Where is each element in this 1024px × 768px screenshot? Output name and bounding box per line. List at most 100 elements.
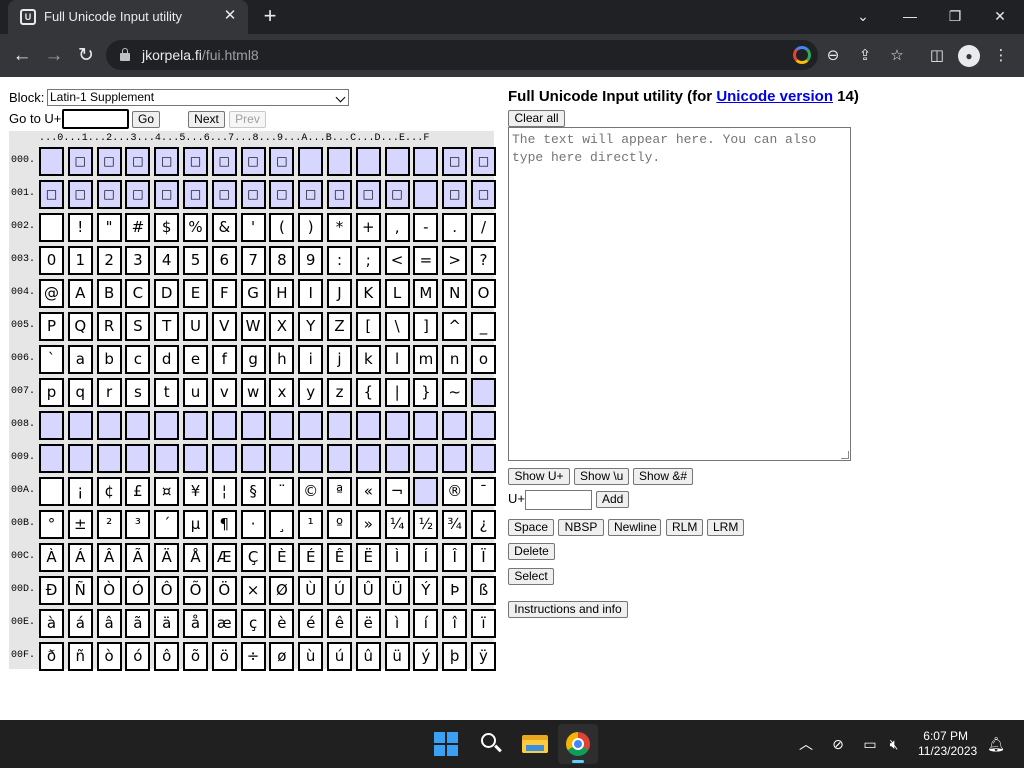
char-cell[interactable]: ý	[413, 642, 439, 671]
char-cell[interactable]: □	[442, 180, 468, 209]
add-button[interactable]: Add	[596, 491, 629, 508]
char-cell[interactable]	[154, 444, 180, 473]
char-cell[interactable]	[413, 147, 439, 176]
char-cell[interactable]: ÷	[240, 642, 266, 671]
char-cell[interactable]: &	[211, 213, 237, 242]
char-cell[interactable]: G	[240, 279, 266, 308]
char-cell[interactable]	[96, 411, 122, 440]
char-cell[interactable]: Â	[96, 543, 122, 572]
char-cell[interactable]: =	[413, 246, 439, 275]
char-cell[interactable]: ¹	[298, 510, 324, 539]
char-cell[interactable]: Û	[355, 576, 381, 605]
char-cell[interactable]: Z	[327, 312, 352, 341]
char-cell[interactable]: [	[355, 312, 381, 341]
char-cell[interactable]: Ã	[125, 543, 151, 572]
char-cell[interactable]	[327, 444, 352, 473]
char-cell[interactable]: µ	[183, 510, 208, 539]
char-cell[interactable]: □	[67, 147, 93, 176]
char-cell[interactable]: ½	[413, 510, 439, 539]
char-cell[interactable]: ´	[154, 510, 180, 539]
char-cell[interactable]: ¬	[384, 477, 410, 506]
char-cell[interactable]: È	[269, 543, 295, 572]
char-cell[interactable]: □	[384, 180, 410, 209]
char-cell[interactable]: õ	[183, 642, 208, 671]
char-cell[interactable]: ô	[154, 642, 180, 671]
char-cell[interactable]: □	[96, 147, 122, 176]
char-cell[interactable]: □	[183, 147, 208, 176]
char-cell[interactable]	[154, 411, 180, 440]
char-cell[interactable]	[39, 147, 64, 176]
profile-icon[interactable]: ●	[958, 45, 980, 67]
char-cell[interactable]: □	[125, 147, 151, 176]
char-cell[interactable]: ç	[240, 609, 266, 638]
char-cell[interactable]: {	[355, 378, 381, 407]
volume-muted-icon[interactable]: 🔇︎	[884, 734, 904, 754]
char-cell[interactable]: b	[96, 345, 122, 374]
char-cell[interactable]: Í	[413, 543, 439, 572]
file-explorer-icon[interactable]	[522, 733, 548, 753]
char-cell[interactable]: □	[39, 180, 64, 209]
char-cell[interactable]: Ö	[211, 576, 237, 605]
char-cell[interactable]: #	[125, 213, 151, 242]
char-cell[interactable]: ø	[269, 642, 295, 671]
back-arrow-icon[interactable]: ←	[8, 42, 36, 70]
resize-grip-icon[interactable]	[841, 451, 849, 459]
char-cell[interactable]: à	[39, 609, 64, 638]
char-cell[interactable]: -	[413, 213, 439, 242]
show-uplus-button[interactable]: Show U+	[508, 468, 570, 485]
bookmark-star-icon[interactable]: ☆	[886, 45, 908, 67]
char-cell[interactable]: □	[355, 180, 381, 209]
go-button[interactable]: Go	[132, 111, 160, 128]
char-cell[interactable]: 4	[154, 246, 180, 275]
char-cell[interactable]: Ê	[327, 543, 352, 572]
char-cell[interactable]: i	[298, 345, 324, 374]
char-cell[interactable]	[413, 477, 439, 506]
char-cell[interactable]: t	[154, 378, 180, 407]
network-disconnected-icon[interactable]: ⊘	[828, 734, 848, 754]
char-cell[interactable]: I	[298, 279, 324, 308]
char-cell[interactable]: «	[355, 477, 381, 506]
char-cell[interactable]: Ó	[125, 576, 151, 605]
char-cell[interactable]: è	[269, 609, 295, 638]
char-cell[interactable]: □	[269, 180, 295, 209]
char-cell[interactable]: ê	[327, 609, 352, 638]
char-cell[interactable]: ¢	[96, 477, 122, 506]
taskbar-clock[interactable]: 6:07 PM 11/23/2023	[918, 729, 977, 759]
char-cell[interactable]: %	[183, 213, 208, 242]
char-cell[interactable]: ~	[442, 378, 468, 407]
char-cell[interactable]: :	[327, 246, 352, 275]
char-cell[interactable]	[384, 147, 410, 176]
newline-button[interactable]: Newline	[608, 519, 661, 536]
char-cell[interactable]: Ú	[327, 576, 352, 605]
char-cell[interactable]: ¯	[471, 477, 496, 506]
char-cell[interactable]: Æ	[211, 543, 237, 572]
char-cell[interactable]: □	[298, 180, 324, 209]
char-cell[interactable]: ¤	[154, 477, 180, 506]
char-cell[interactable]: á	[67, 609, 93, 638]
char-cell[interactable]: º	[327, 510, 352, 539]
char-cell[interactable]: ¡	[67, 477, 93, 506]
char-cell[interactable]: ¿	[471, 510, 496, 539]
char-cell[interactable]: B	[96, 279, 122, 308]
char-cell[interactable]	[442, 444, 468, 473]
char-cell[interactable]: ©	[298, 477, 324, 506]
char-cell[interactable]	[413, 180, 439, 209]
instructions-button[interactable]: Instructions and info	[508, 601, 628, 618]
char-cell[interactable]: ö	[211, 642, 237, 671]
zoom-icon[interactable]: ⊖	[822, 45, 844, 67]
char-cell[interactable]: U	[183, 312, 208, 341]
char-cell[interactable]: ¥	[183, 477, 208, 506]
char-cell[interactable]: K	[355, 279, 381, 308]
char-cell[interactable]: d	[154, 345, 180, 374]
char-cell[interactable]: 0	[39, 246, 64, 275]
close-window-icon[interactable]: ✕	[986, 5, 1014, 27]
char-cell[interactable]: L	[384, 279, 410, 308]
char-cell[interactable]: E	[183, 279, 208, 308]
char-cell[interactable]: Ï	[471, 543, 496, 572]
char-cell[interactable]	[355, 444, 381, 473]
char-cell[interactable]	[298, 444, 324, 473]
char-cell[interactable]: h	[269, 345, 295, 374]
char-cell[interactable]: þ	[442, 642, 468, 671]
char-cell[interactable]	[67, 444, 93, 473]
char-cell[interactable]: ª	[327, 477, 352, 506]
